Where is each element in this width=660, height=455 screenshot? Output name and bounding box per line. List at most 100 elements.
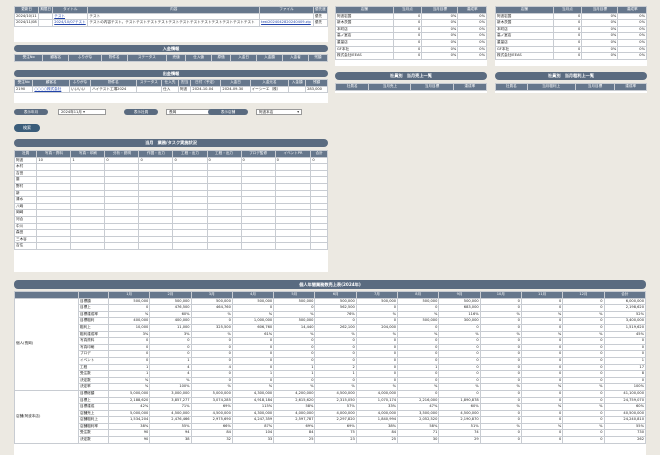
table-cell: 店舗粗利率: [78, 422, 109, 431]
table-cell: 76%: [314, 310, 357, 319]
shukkin-row[interactable]: 2190 ○○○○株式会社 いいいい ハイテスト工場2024 仕入 阿波 2024-10-0…: [13, 85, 328, 94]
table-cell: 0: [520, 436, 564, 444]
column-header: 残額: [305, 79, 328, 87]
table-cell: 3,500,000: [397, 409, 440, 418]
table-cell: 2,188,620: [107, 396, 151, 405]
table-row[interactable]: 2024/10/11 テスト テスト 優先: [13, 12, 329, 21]
table-row: 吉田: [13, 169, 328, 178]
table-cell: 0: [552, 45, 583, 54]
table-cell[interactable]: test2024042820240409.zip: [259, 19, 314, 27]
column-header: 受注No: [13, 79, 34, 87]
table-cell: 1,519,620: [603, 323, 646, 332]
column-header: 受注No: [13, 54, 44, 62]
table-cell: [104, 215, 140, 224]
table-cell: 38%: [107, 422, 151, 431]
table-cell: %: [149, 376, 192, 385]
table-cell: 0: [273, 376, 316, 385]
table-cell: 目標達成: [78, 403, 109, 411]
column-header: 顧客名: [42, 54, 70, 62]
column-header: ステータス: [126, 54, 168, 62]
table-cell: [206, 163, 242, 171]
table-cell: 0%: [457, 45, 487, 54]
table-cell: 1: [273, 370, 316, 378]
table-cell: 0: [562, 304, 605, 312]
table-cell: 0: [438, 389, 481, 398]
table-cell: 0%: [617, 45, 647, 54]
table-cell: [310, 222, 328, 231]
table-cell: %: [397, 330, 440, 339]
table-row: 店舗粗利率 38% 55% 66% 87% 69% 69% 38% 58% 51%%%% 55%: [15, 422, 646, 431]
staff-filter-select[interactable]: 長岡 ▾: [166, 109, 214, 115]
table-cell: 500,000: [397, 297, 440, 306]
table-row[interactable]: 2024/11/08 2024/10/07テスト テストの内容テスト。テストテストテ…: [13, 19, 329, 27]
date-filter-select[interactable]: 2024年11月 ▾: [58, 109, 106, 115]
table-cell: 87%: [231, 422, 275, 431]
column-header: 社員: [13, 150, 38, 158]
table-cell: 262,100: [314, 323, 357, 332]
branch-filter-label: 表示店舗: [208, 109, 248, 115]
column-header: 優先度: [312, 6, 329, 14]
column-header: 原価: [211, 54, 232, 62]
shukkin-panel: 受注No 顧客名 ふりがな 物件名 ステータス 仕入先 担当 日付（予定） 入金日 入金元名 入金額…: [13, 79, 328, 103]
table-cell: 500,000: [273, 297, 316, 306]
table-cell: 500,000: [107, 297, 151, 306]
table-cell: 0: [603, 376, 646, 385]
table-cell: 0%: [617, 19, 647, 27]
yearly-panel: 1月 2月 3月 4月 5月 6月 7月 8月 9月 10月 11月 12月 合計 個人(長岡) 目標額 50…: [14, 291, 646, 455]
table-row: 重量店 0 0% 0%: [335, 38, 487, 47]
table-cell: 決定率: [78, 383, 109, 391]
table-cell: 1: [107, 370, 151, 378]
table-cell: 0: [562, 356, 605, 365]
table-row: 三木谷: [13, 235, 328, 244]
table-cell: 0: [355, 376, 399, 385]
updates-panel: 更新日 期限日 タイトル 内容 ファイル 優先度 2024/10/11 テスト テスト 優先 20…: [13, 6, 329, 42]
table-cell: 0: [562, 376, 605, 385]
table-cell: 1: [70, 156, 106, 165]
table-cell: 29: [438, 436, 481, 444]
table-cell: [274, 242, 312, 250]
column-header: 物件名: [100, 54, 128, 62]
table-cell[interactable]: テスト: [52, 12, 89, 21]
table-cell: [206, 202, 242, 211]
table-cell: 42%: [107, 403, 151, 411]
table-cell: 84: [190, 429, 233, 438]
search-button[interactable]: 検索: [14, 124, 40, 132]
table-cell: 500,000: [273, 317, 316, 325]
branch-filter-select[interactable]: 阿波本店 ▾: [256, 109, 302, 115]
table-cell: 300,000: [438, 317, 481, 325]
table-row: 粗利達成率 3% 3%% 61%%%%%%%%% 45%: [15, 330, 646, 339]
table-cell: 0%: [617, 38, 647, 47]
table-cell: 0: [107, 304, 151, 312]
table-cell: 4,300,000: [231, 389, 275, 398]
column-header: 当月目標: [421, 6, 459, 14]
table-cell: 33%: [355, 403, 399, 411]
table-cell: [206, 182, 242, 191]
table-cell: 0: [392, 19, 423, 27]
table-cell: 0%: [581, 45, 619, 54]
table-cell: 1,534,204: [107, 416, 151, 424]
table-cell: 2024-09-30: [220, 85, 251, 94]
table-cell: 0: [479, 436, 522, 444]
table-row: 重量店 0 0% 0%: [495, 38, 647, 47]
table-cell: [310, 176, 328, 184]
table-cell: 2024/10/11: [13, 12, 40, 21]
table-cell: 0%: [581, 52, 619, 60]
table-cell: 0: [552, 19, 583, 27]
table-cell: 14,440: [273, 323, 316, 332]
column-header: ふりがな: [68, 79, 92, 87]
table-cell: 2,297,820: [314, 416, 357, 424]
column-header: 残額: [307, 54, 329, 62]
table-cell: 0: [355, 317, 399, 325]
column-header: プロデ監修: [240, 150, 276, 158]
table-cell: 0: [397, 323, 440, 332]
table-cell[interactable]: [259, 12, 314, 21]
table-cell[interactable]: 2024/10/07テスト: [52, 19, 89, 27]
table-cell: 0: [190, 370, 233, 378]
table-cell: 0: [190, 376, 233, 385]
table-row: プロデ 0 0 0 0 0 0 0 0 0 0 0 0 0: [15, 350, 646, 358]
table-cell: 0: [397, 370, 440, 378]
staff-filter-label: 表示社員: [124, 109, 158, 115]
table-cell: %: [273, 383, 316, 391]
table-cell: 0: [479, 370, 522, 378]
table-cell: ハイテスト工場2024: [90, 85, 137, 94]
